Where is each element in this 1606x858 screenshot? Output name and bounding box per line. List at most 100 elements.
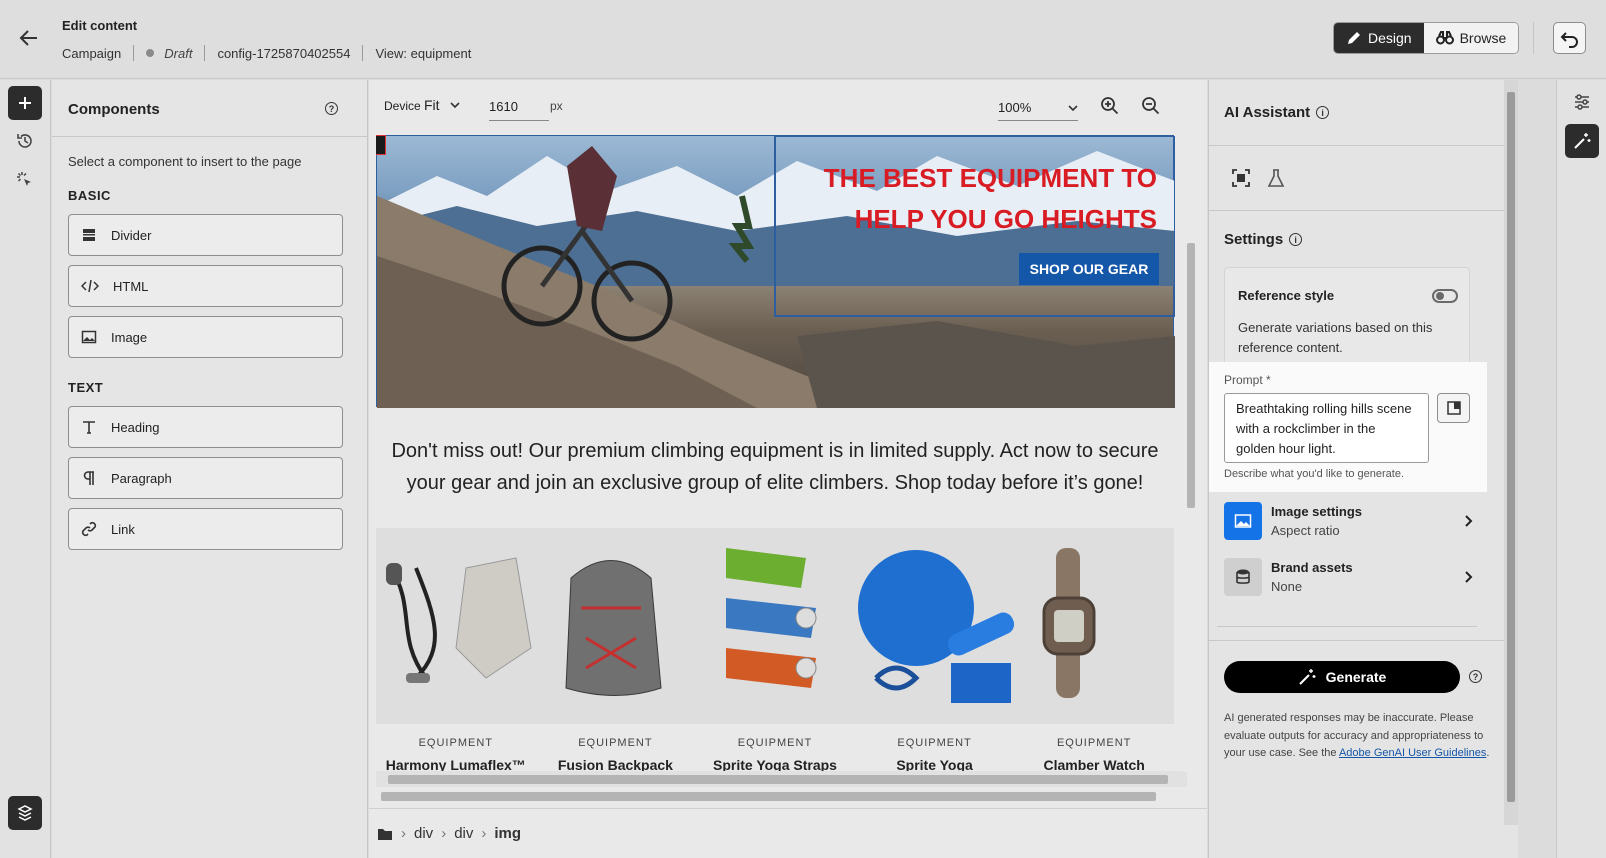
design-label: Design [1368,30,1412,46]
generate-button[interactable]: Generate [1224,661,1460,693]
reference-style-card: Reference style Generate variations base… [1224,267,1470,367]
product-labels: EQUIPMENT Harmony Lumaflex™ EQUIPMENT Fu… [376,737,1174,773]
breadcrumb-item[interactable]: div [454,825,473,842]
hero-headline: THE BEST EQUIPMENT TO HELP YOU GO HEIGHT… [824,158,1157,240]
product-card[interactable]: EQUIPMENT Clamber Watch [1014,737,1174,773]
binoculars-icon [1435,31,1454,45]
product-card[interactable]: EQUIPMENT Harmony Lumaflex™ [376,737,536,773]
view-label: View: equipment [375,45,472,61]
zoom-out-button[interactable] [1141,96,1161,116]
info-icon[interactable]: i [1289,233,1303,246]
ai-assistant-button[interactable] [1565,124,1599,158]
device-select[interactable]: Fit [424,97,460,113]
zoom-select[interactable]: 100% [998,95,1078,121]
brand-assets-title: Brand assets [1271,560,1353,575]
undo-icon [1560,32,1578,48]
hero-headline-line1: THE BEST EQUIPMENT TO [823,163,1157,193]
components-hint: Select a component to insert to the page [68,154,302,169]
copy-icon [1446,401,1461,415]
right-rail [1556,80,1606,858]
html-label: HTML [113,278,149,294]
browse-button[interactable]: Browse [1423,23,1519,53]
divider-component[interactable]: Divider [68,214,343,256]
components-title: Components [68,101,160,118]
page-title: Edit content [62,18,138,33]
link-component[interactable]: Link [68,508,343,550]
plus-icon [19,97,31,109]
body-paragraph[interactable]: Don't miss out! Our premium climbing equ… [376,435,1174,499]
html-component[interactable]: HTML [68,265,343,307]
outer-horizontal-scrollbar[interactable] [369,788,1200,804]
prompt-label: Prompt * [1224,373,1271,387]
sliders-icon [1575,94,1589,110]
info-icon[interactable]: i [1316,106,1330,119]
generate-help-icon[interactable]: ? [1469,670,1482,683]
image-icon [81,330,97,344]
paragraph-icon [83,471,94,485]
image-settings-icon [1224,502,1262,540]
campaign-label: Campaign [62,45,122,61]
prompt-required-mark: * [1266,373,1271,387]
brand-assets-row[interactable]: Brand assets None [1224,556,1474,598]
canvas-toolbar: Device Fit 1610 px 100% [369,80,1207,135]
ai-disclaimer: AI generated responses may be inaccurate… [1224,710,1490,763]
browse-label: Browse [1459,30,1507,46]
back-button[interactable] [17,26,41,50]
divider-icon [83,229,95,241]
ai-panel-scrollbar[interactable] [1504,80,1518,825]
product-card[interactable]: EQUIPMENT Fusion Backpack [536,737,696,773]
prompt-textarea[interactable]: Breathtaking rolling hills scene with a … [1224,393,1429,463]
expand-icon [1232,169,1250,187]
vertical-scrollbar[interactable] [1183,135,1199,772]
paragraph-component[interactable]: Paragraph [68,457,343,499]
text-section-label: TEXT [68,380,104,395]
help-icon[interactable]: ? [325,102,338,115]
hero-headline-line2: HELP YOU GO HEIGHTS [854,204,1157,234]
heading-label: Heading [111,419,160,435]
add-component-button[interactable] [8,86,42,120]
width-input[interactable]: 1610 [489,95,549,121]
config-label: config-1725870402554 [217,45,351,61]
zoom-in-icon [1101,97,1119,115]
paragraph-label: Paragraph [111,470,172,486]
design-button[interactable]: Design [1334,23,1424,53]
canvas-area: Device Fit 1610 px 100% THE BEST EQUIPME… [369,80,1207,858]
image-component[interactable]: Image [68,316,343,358]
horizontal-scrollbar[interactable] [376,771,1187,787]
product-category: EQUIPMENT [737,737,813,749]
prompt-library-button[interactable] [1437,393,1470,423]
layers-button[interactable] [8,796,42,830]
undo-button[interactable] [1553,22,1586,54]
expand-button[interactable] [1231,168,1251,188]
components-panel: Components ? Select a component to inser… [52,80,368,858]
status-dot-icon [146,49,155,57]
shop-gear-cta-button[interactable]: SHOP OUR GEAR [1019,253,1159,285]
device-label: Device [384,99,421,113]
reference-style-title: Reference style [1238,288,1335,303]
hero-image[interactable]: THE BEST EQUIPMENT TO HELP YOU GO HEIGHT… [376,135,1175,408]
basic-section-label: BASIC [68,188,111,203]
breadcrumb-current[interactable]: img [494,825,521,842]
product-card[interactable]: EQUIPMENT Sprite Yoga Straps [695,737,855,773]
image-settings-row[interactable]: Image settings Aspect ratio [1224,500,1474,542]
settings-horizontal-scrollbar[interactable] [1209,620,1491,634]
mode-switch: Design Browse [1333,22,1520,54]
product-card[interactable]: EQUIPMENT Sprite Yoga [855,737,1015,773]
properties-button[interactable] [1565,85,1599,119]
image-label: Image [111,329,148,345]
folder-icon [378,828,392,840]
personalize-button[interactable] [8,163,42,197]
breadcrumb-item[interactable]: div [414,825,433,842]
reference-style-toggle[interactable] [1432,289,1458,303]
genai-guidelines-link[interactable]: Adobe GenAI User Guidelines [1339,747,1486,759]
history-button[interactable] [8,124,42,158]
heading-component[interactable]: Heading [68,406,343,448]
product-illustrations [386,548,1096,703]
zoom-in-button[interactable] [1100,96,1120,116]
chevron-right-icon [1465,571,1473,583]
brand-assets-subtitle: None [1271,579,1303,594]
status-label: Draft [164,45,193,61]
ai-assistant-header: AI Assistant i [1224,104,1330,121]
experiment-button[interactable] [1267,168,1285,188]
product-images-row [376,528,1174,724]
